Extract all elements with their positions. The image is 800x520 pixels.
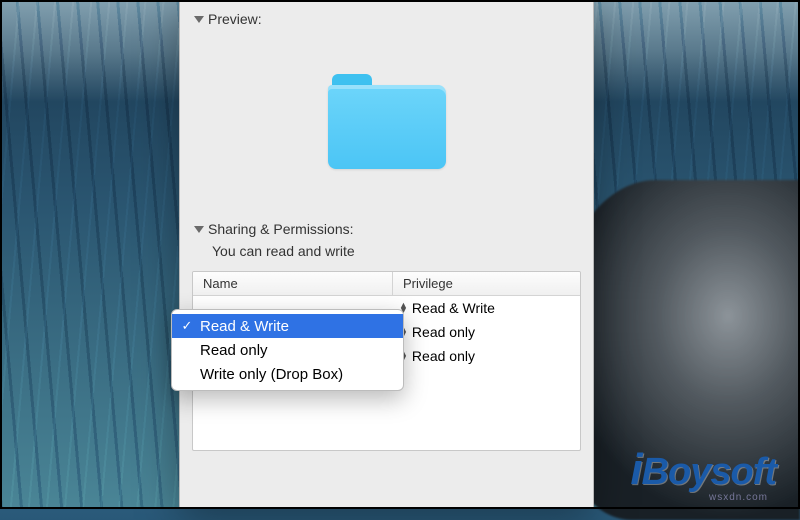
get-info-panel: Preview: Sharing & Permissions: You can … — [179, 0, 594, 509]
table-header-row: Name Privilege — [193, 272, 580, 296]
privilege-popup-cell[interactable]: ▲▼ Read only — [393, 348, 580, 364]
privilege-value: Read only — [412, 348, 475, 364]
disclosure-triangle-icon[interactable] — [194, 226, 204, 233]
preview-section-header[interactable]: Preview: — [180, 1, 593, 31]
privilege-dropdown-menu: ✓ Read & Write Read only Write only (Dro… — [171, 309, 404, 391]
menu-item-label: Read & Write — [200, 318, 289, 335]
sharing-section-header[interactable]: Sharing & Permissions: — [180, 211, 593, 241]
disclosure-triangle-icon[interactable] — [194, 16, 204, 23]
sharing-label: Sharing & Permissions: — [208, 221, 354, 237]
menu-item-write-only[interactable]: Write only (Drop Box) — [172, 362, 403, 386]
folder-icon — [328, 74, 446, 169]
menu-item-label: Write only (Drop Box) — [200, 366, 343, 383]
privilege-value: Read & Write — [412, 300, 495, 316]
watermark-subtext: wsxdn.com — [709, 492, 768, 503]
menu-item-read-write[interactable]: ✓ Read & Write — [172, 314, 403, 338]
watermark-logo: iBoysoft — [630, 445, 776, 495]
privilege-popup-cell[interactable]: ▲▼ Read only — [393, 324, 580, 340]
preview-area — [180, 31, 593, 211]
privilege-value: Read only — [412, 324, 475, 340]
menu-item-label: Read only — [200, 342, 268, 359]
permission-status-text: You can read and write — [180, 241, 593, 267]
checkmark-icon: ✓ — [180, 318, 194, 334]
column-header-name[interactable]: Name — [193, 272, 393, 295]
menu-item-read-only[interactable]: Read only — [172, 338, 403, 362]
privilege-popup-cell[interactable]: ▲▼ Read & Write — [393, 300, 580, 316]
preview-label: Preview: — [208, 11, 262, 27]
column-header-privilege[interactable]: Privilege — [393, 272, 580, 295]
